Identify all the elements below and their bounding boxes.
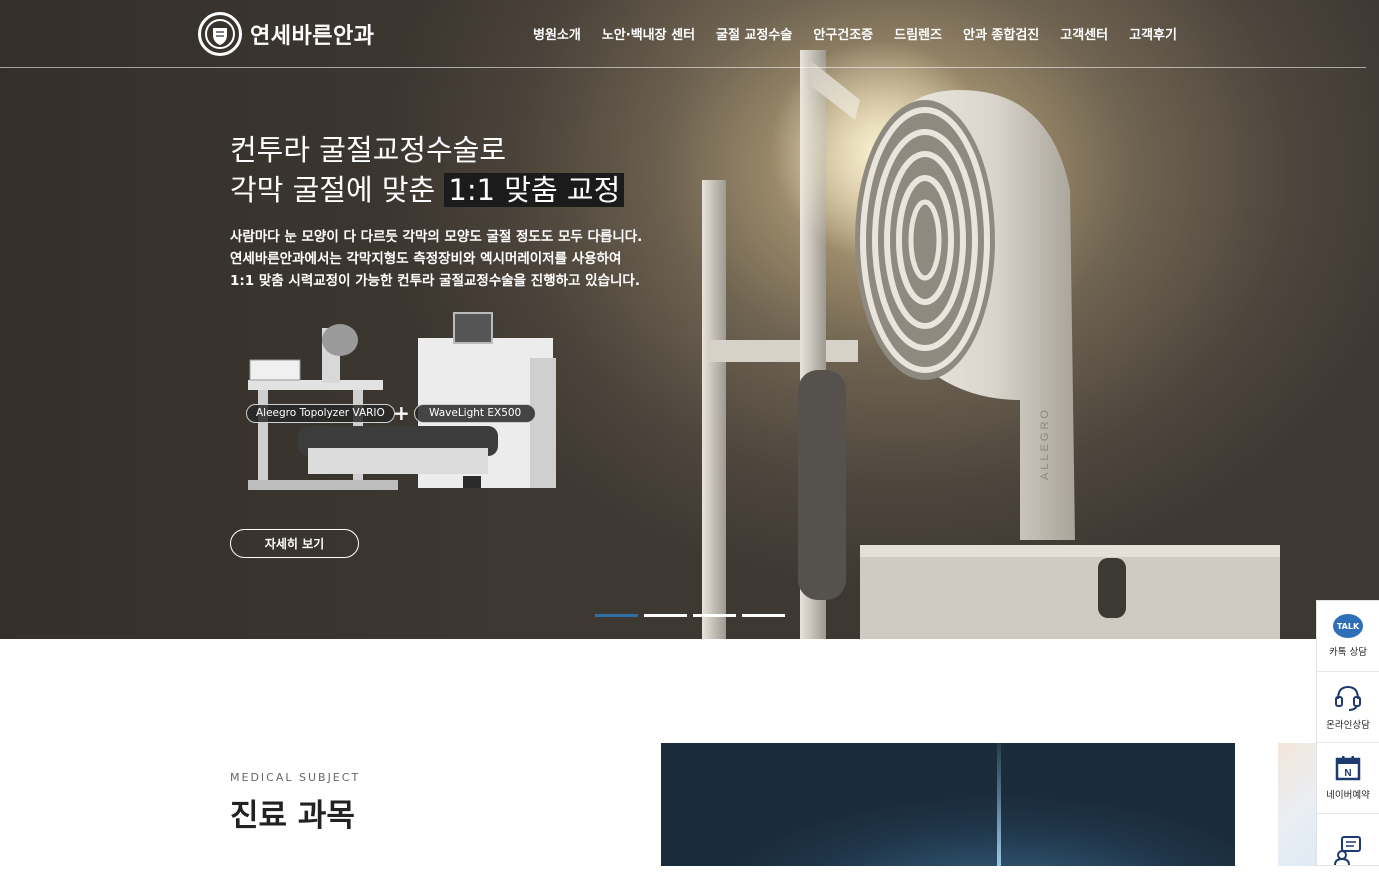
nav-item-refractive-surgery[interactable]: 굴절 교정수술 (716, 24, 792, 43)
kakao-talk-icon: TALK (1333, 614, 1363, 638)
equipment-image: Aleegro Topolyzer VARIO + WaveLight EX50… (238, 308, 568, 508)
main-nav: 병원소개 노안·백내장 센터 굴절 교정수술 안구건조증 드림렌즈 안과 종합검… (533, 24, 1198, 43)
slide-dot-3[interactable] (693, 614, 736, 617)
quick-chat[interactable] (1317, 814, 1379, 885)
hero-title-line1: 컨투라 굴절교정수술로 (230, 133, 507, 167)
equip-label-topolyzer: Aleegro Topolyzer VARIO (246, 404, 395, 423)
hero-banner: ALLEGRO 연세바른안과 병원소개 노안·백내장 센터 굴절 교정수술 안구… (0, 0, 1379, 639)
quick-kakao-label: 카톡 상담 (1329, 647, 1367, 658)
equip-label-wavelight: WaveLight EX500 (414, 404, 537, 423)
hero-title-line2-prefix: 각막 굴절에 맞춘 (230, 173, 445, 207)
section-subtitle: MEDICAL SUBJECT (230, 771, 361, 784)
slide-dot-2[interactable] (644, 614, 687, 617)
nav-item-dry-eye[interactable]: 안구건조증 (813, 24, 873, 43)
device-brand-text: ALLEGRO (1039, 407, 1051, 480)
quick-naver-booking[interactable]: N 네이버예약 (1317, 743, 1379, 814)
hero-title-highlight: 1:1 맞춤 교정 (444, 173, 625, 207)
nav-item-about[interactable]: 병원소개 (533, 24, 581, 43)
slide-dot-4[interactable] (742, 614, 785, 617)
nav-item-eye-checkup[interactable]: 안과 종합검진 (963, 24, 1039, 43)
naver-calendar-icon: N (1335, 756, 1361, 781)
header-divider (0, 67, 1366, 68)
subject-card-image[interactable] (661, 743, 1235, 866)
section-title: 진료 과목 (230, 798, 355, 834)
quick-menu: TALK 카톡 상담 온라인상담 N 네이버예약 (1316, 600, 1379, 866)
hero-desc-line3: 1:1 맞춤 시력교정이 가능한 컨투라 굴절교정수술을 진행하고 있습니다. (230, 273, 640, 289)
slide-dot-1[interactable] (595, 614, 638, 617)
nav-item-customer-center[interactable]: 고객센터 (1060, 24, 1108, 43)
hero-description: 사람마다 눈 모양이 다 다르듯 각막의 모양도 굴절 정도도 모두 다릅니다.… (230, 226, 642, 292)
detail-button[interactable]: 자세히 보기 (230, 529, 359, 558)
headset-icon (1335, 685, 1361, 711)
hero-title: 컨투라 굴절교정수술로 각막 굴절에 맞춘 1:1 맞춤 교정 (230, 130, 625, 210)
hero-desc-line1: 사람마다 눈 모양이 다 다르듯 각막의 모양도 굴절 정도도 모두 다릅니다. (230, 229, 643, 245)
hero-desc-line2: 연세바른안과에서는 각막지형도 측정장비와 엑시머레이저를 사용하여 (230, 251, 622, 267)
nav-item-reviews[interactable]: 고객후기 (1129, 24, 1177, 43)
quick-online-label: 온라인상담 (1326, 720, 1370, 731)
site-header: 연세바른안과 병원소개 노안·백내장 센터 굴절 교정수술 안구건조증 드림렌즈… (0, 0, 1379, 68)
site-logo[interactable]: 연세바른안과 (198, 12, 374, 56)
quick-naver-label: 네이버예약 (1326, 790, 1370, 801)
quick-kakao-talk[interactable]: TALK 카톡 상담 (1317, 601, 1379, 672)
yonsei-emblem-icon (198, 12, 242, 56)
plus-sign: + (393, 401, 410, 425)
nav-item-presbyopia-cataract[interactable]: 노안·백내장 센터 (602, 24, 695, 43)
naver-n-letter: N (1344, 768, 1351, 779)
nav-item-dream-lens[interactable]: 드림렌즈 (894, 24, 942, 43)
logo-text: 연세바른안과 (250, 24, 375, 49)
quick-online-consult[interactable]: 온라인상담 (1317, 672, 1379, 743)
topolyzer-device-image: ALLEGRO (702, 40, 1280, 639)
slider-pagination (595, 614, 785, 617)
chat-person-icon (1334, 835, 1361, 865)
laser-beam (997, 743, 1001, 866)
